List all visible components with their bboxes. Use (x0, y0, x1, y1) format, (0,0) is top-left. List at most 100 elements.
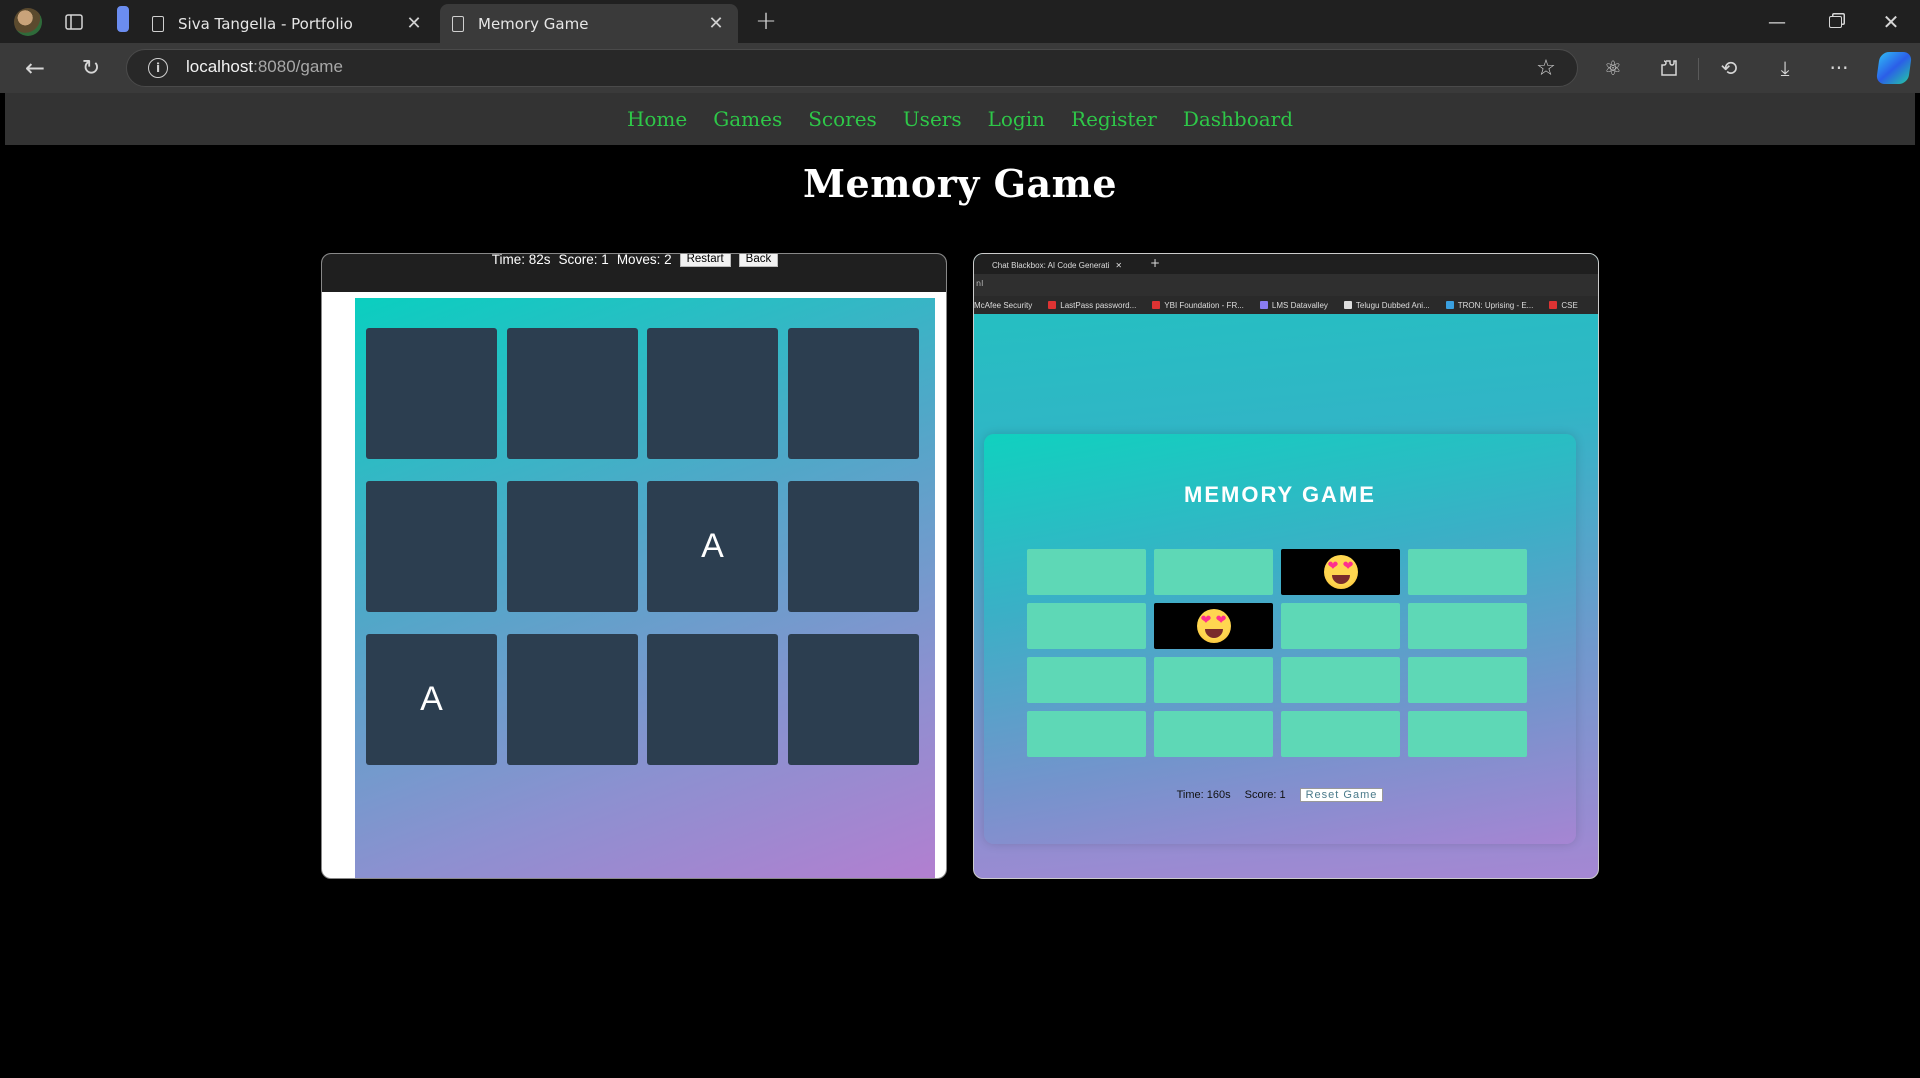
embedded-tile (1408, 657, 1527, 703)
embedded-tab: Chat Blackbox: AI Code Generati ✕ (978, 256, 1138, 274)
memory-card[interactable] (506, 328, 638, 459)
memory-card[interactable] (787, 328, 919, 459)
memory-card[interactable] (787, 634, 919, 765)
bookmark-item: McAfee Security (974, 300, 1033, 310)
more-icon[interactable]: ··· (1824, 53, 1854, 83)
game-stats: Time: 82s Score: 1 Moves: 2 Restart Back (322, 253, 946, 267)
tab-memory-game[interactable]: Memory Game ✕ (440, 4, 738, 43)
restore-icon[interactable] (1820, 8, 1850, 36)
url-host: localhost (186, 57, 254, 76)
tab-portfolio[interactable]: Siva Tangella - Portfolio ✕ (140, 4, 436, 43)
memory-card[interactable]: A (647, 481, 778, 612)
game-board: AA (355, 298, 935, 878)
info-icon[interactable]: i (148, 58, 168, 78)
bookmark-item: CSE (1549, 300, 1578, 310)
download-icon[interactable]: ⤓ (1770, 53, 1800, 83)
embedded-game-footer: Time: 160s Score: 1 Reset Game (984, 788, 1576, 802)
moves-display: Moves: 2 (616, 253, 672, 267)
back-button[interactable]: Back (738, 254, 779, 267)
back-icon[interactable]: ← (20, 53, 50, 83)
close-icon: ✕ (1115, 260, 1123, 270)
bookmark-item: LastPass password... (1048, 300, 1136, 310)
embedded-tile (1281, 549, 1400, 595)
nav-register[interactable]: Register (1071, 107, 1157, 131)
nav-users[interactable]: Users (903, 107, 962, 131)
embedded-tile (1281, 711, 1400, 757)
nav-login[interactable]: Login (988, 107, 1045, 131)
game-header: Time: 82s Score: 1 Moves: 2 Restart Back (322, 253, 946, 292)
minimize-icon[interactable]: — (1762, 8, 1792, 36)
memory-card[interactable] (366, 328, 497, 459)
heart-eyes-emoji-icon (1323, 555, 1358, 589)
window-close-icon[interactable]: ✕ (1876, 8, 1906, 36)
memory-card[interactable] (647, 328, 778, 459)
embedded-tile (1408, 603, 1527, 649)
nav-games[interactable]: Games (713, 107, 782, 131)
embedded-tile (1027, 549, 1146, 595)
embedded-tile (1027, 711, 1146, 757)
vertical-tabs-icon[interactable] (116, 6, 130, 32)
page-title: Memory Game (802, 161, 1118, 206)
embedded-tile (1281, 657, 1400, 703)
bookmark-favicon (1152, 300, 1161, 309)
copilot-icon[interactable] (1875, 52, 1913, 84)
url-path: :8080/game (253, 57, 343, 76)
url-text[interactable]: localhost:8080/game (186, 57, 343, 77)
browser-tab-bar: Siva Tangella - Portfolio ✕ Memory Game … (0, 0, 1920, 43)
embedded-tile (1281, 603, 1400, 649)
toolbar-divider (1698, 58, 1699, 80)
embedded-game-title: MEMORY GAME (1184, 482, 1376, 507)
memory-card[interactable] (647, 634, 778, 765)
embedded-bookmarks-bar: McAfee Security LastPass password... YBI… (974, 296, 1598, 314)
memory-card[interactable] (366, 481, 497, 612)
bookmark-favicon (1048, 300, 1057, 309)
bookmark-item: LMS Datavalley (1259, 300, 1328, 310)
embedded-tab-label: Chat Blackbox: AI Code Generati (992, 260, 1110, 270)
reload-icon[interactable]: ↻ (76, 53, 106, 83)
page-icon (452, 15, 464, 32)
memory-card[interactable] (506, 481, 638, 612)
address-bar[interactable] (126, 49, 1578, 87)
bookmark-item: TRON: Uprising - E... (1445, 300, 1533, 310)
profile-avatar[interactable] (14, 8, 42, 36)
embedded-tile (1408, 711, 1527, 757)
nav-scores[interactable]: Scores (808, 107, 877, 131)
nav-dashboard[interactable]: Dashboard (1183, 107, 1293, 131)
history-icon[interactable]: ⟲ (1714, 53, 1744, 83)
embedded-tab-bar: Chat Blackbox: AI Code Generati ✕ + (974, 254, 1598, 274)
star-icon[interactable]: ☆ (1532, 54, 1560, 82)
new-tab-icon: + (1150, 256, 1161, 270)
embedded-tile (1154, 603, 1273, 649)
bookmark-favicon (1343, 300, 1352, 309)
nav-home[interactable]: Home (627, 107, 687, 131)
time-display: Time: 82s (491, 253, 551, 267)
embedded-address-text: nl (976, 279, 984, 288)
reset-game-button: Reset Game (1299, 788, 1384, 802)
extensions-icon[interactable] (1654, 53, 1684, 83)
close-icon[interactable]: ✕ (706, 13, 726, 34)
memory-card[interactable] (787, 481, 919, 612)
page-icon (152, 15, 164, 32)
bookmark-favicon (1259, 300, 1268, 309)
embedded-tile (1154, 711, 1273, 757)
memory-card[interactable]: A (366, 634, 497, 765)
bookmark-favicon (1445, 300, 1454, 309)
embedded-game-card: MEMORY GAME Time: 160s Score: 1 Reset Ga… (984, 434, 1576, 844)
embedded-score: Score: 1 (1244, 789, 1286, 801)
heart-eyes-emoji-icon (1196, 609, 1231, 643)
settings-icon[interactable]: ⚛ (1598, 53, 1628, 83)
tab-actions-icon[interactable] (60, 8, 88, 36)
embedded-tile (1408, 549, 1527, 595)
memory-card[interactable] (506, 634, 638, 765)
memory-game-panel: Time: 82s Score: 1 Moves: 2 Restart Back… (321, 253, 947, 879)
restart-button[interactable]: Restart (679, 254, 731, 267)
embedded-tile (1027, 657, 1146, 703)
page: Home Games Scores Users Login Register D… (5, 93, 1915, 1078)
embedded-tile (1027, 603, 1146, 649)
new-tab-icon[interactable]: + (752, 6, 780, 36)
score-display: Score: 1 (558, 253, 609, 267)
close-icon[interactable]: ✕ (404, 13, 424, 34)
bookmark-favicon (1549, 300, 1558, 309)
tab-label: Memory Game (478, 14, 589, 33)
reference-screenshot: Chat Blackbox: AI Code Generati ✕ + nl M… (973, 253, 1599, 879)
